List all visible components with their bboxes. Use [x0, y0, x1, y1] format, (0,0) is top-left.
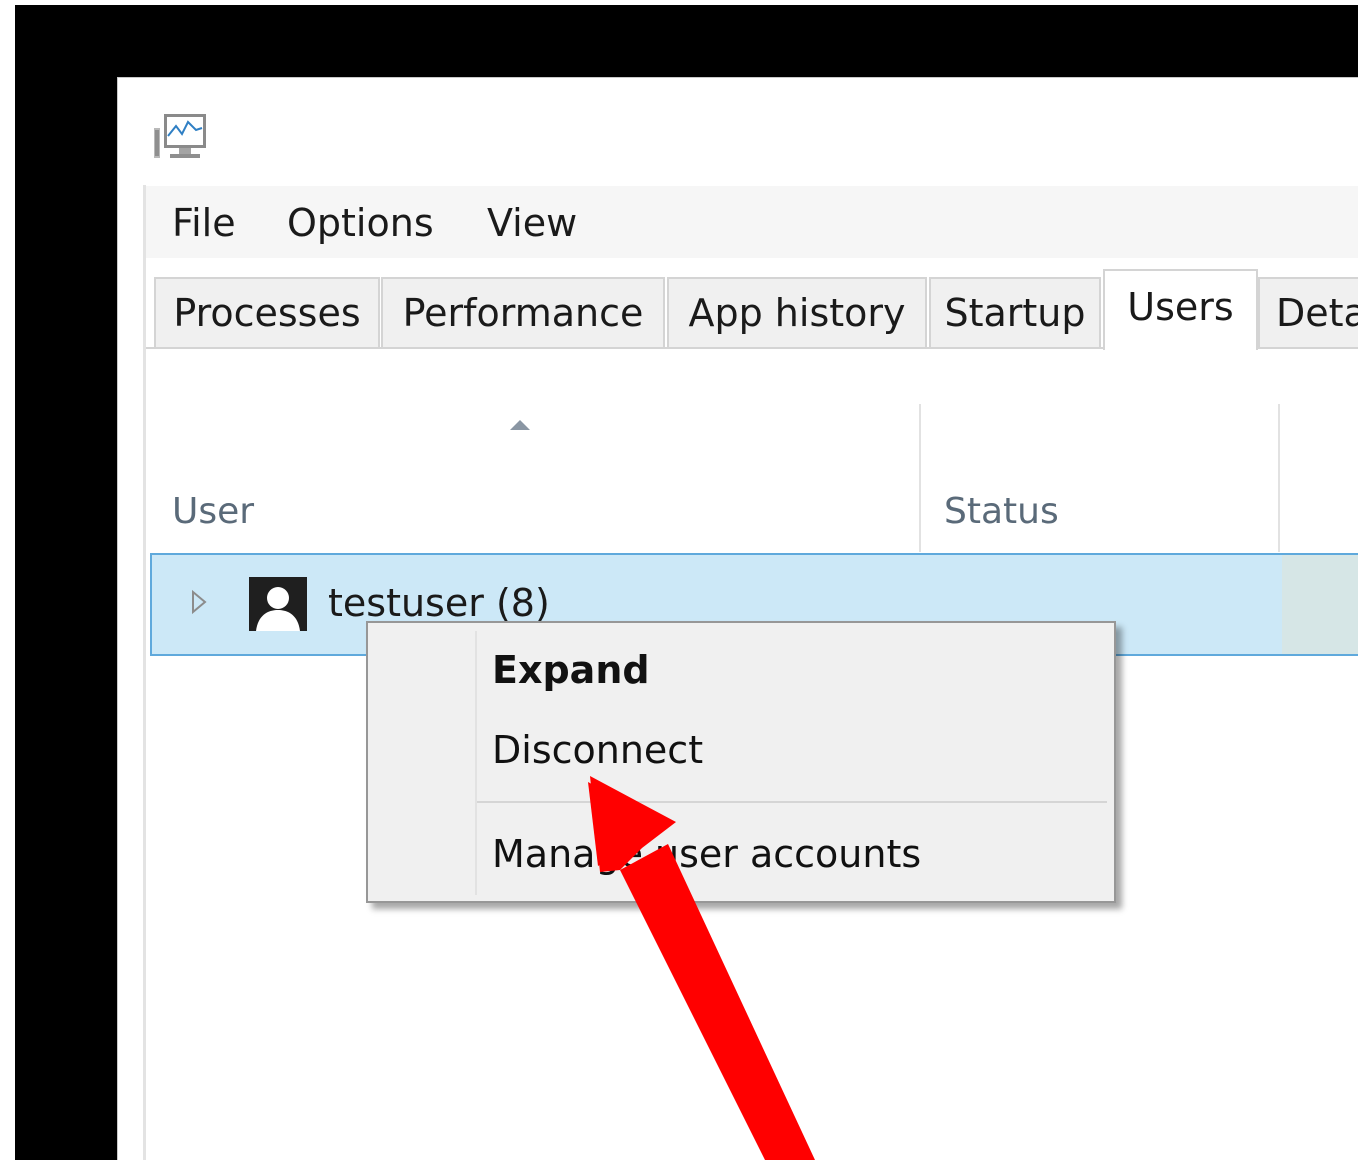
context-menu-item-disconnect[interactable]: Disconnect [492, 727, 703, 773]
task-manager-icon [154, 114, 206, 158]
menu-options[interactable]: Options [287, 200, 434, 246]
context-menu-gutter [475, 631, 477, 895]
menu-bar: File Options View [146, 186, 1358, 258]
column-divider[interactable] [1278, 404, 1280, 552]
tab-app-history[interactable]: App history [667, 277, 927, 347]
screen-frame-left [15, 5, 117, 1160]
tab-processes[interactable]: Processes [154, 277, 380, 347]
row-cell-highlight [1282, 555, 1358, 654]
context-menu: Expand Disconnect Manage user accounts [366, 621, 1116, 903]
expand-triangle-icon[interactable] [190, 589, 208, 615]
column-header-user[interactable]: User [172, 490, 254, 534]
row-user-label: testuser (8) [328, 581, 550, 625]
column-divider[interactable] [919, 404, 921, 552]
context-menu-item-expand[interactable]: Expand [492, 647, 650, 693]
menu-file[interactable]: File [172, 200, 236, 246]
tab-details[interactable]: Deta [1258, 277, 1358, 347]
tab-strip: Processes Performance App history Startu… [146, 258, 1358, 350]
tab-users[interactable]: Users [1103, 269, 1258, 350]
menu-view[interactable]: View [487, 200, 577, 246]
tab-performance[interactable]: Performance [381, 277, 665, 347]
user-avatar-icon [249, 577, 307, 631]
context-menu-separator [477, 801, 1107, 803]
context-menu-item-manage-user-accounts[interactable]: Manage user accounts [492, 831, 921, 877]
tab-startup[interactable]: Startup [929, 277, 1101, 347]
sort-ascending-icon[interactable] [508, 418, 532, 432]
screen-frame-top [15, 5, 1358, 77]
column-header-status[interactable]: Status [944, 490, 1059, 534]
